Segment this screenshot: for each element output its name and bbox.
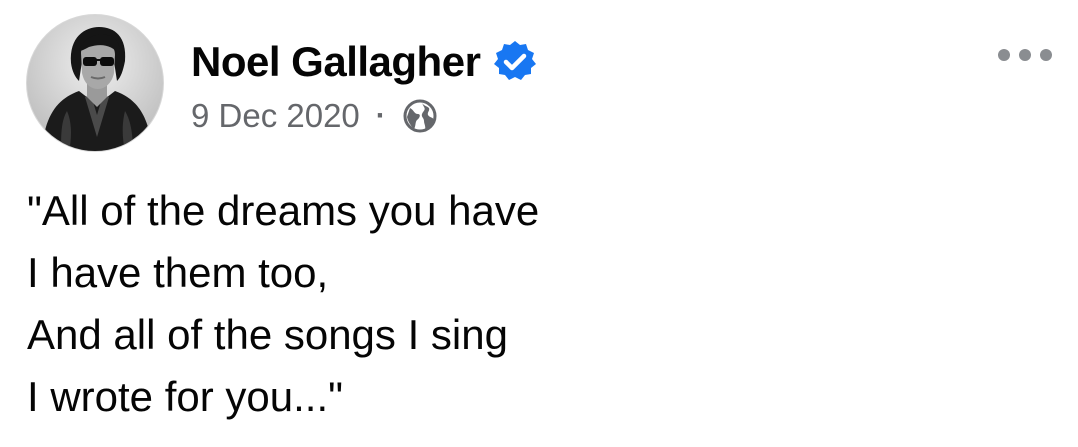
post-date[interactable]: 9 Dec 2020 bbox=[191, 97, 360, 135]
facebook-post: Noel Gallagher 9 Dec 2020 · "All of the … bbox=[0, 0, 1078, 447]
more-dot bbox=[1040, 49, 1052, 61]
meta-separator: · bbox=[375, 99, 386, 132]
author-name[interactable]: Noel Gallagher bbox=[191, 41, 481, 83]
post-text-line: I wrote for you..." bbox=[27, 373, 344, 420]
post-meta: 9 Dec 2020 · bbox=[191, 96, 438, 136]
post-text: "All of the dreams you have I have them … bbox=[27, 180, 539, 428]
more-dot bbox=[998, 49, 1010, 61]
post-text-line: "All of the dreams you have bbox=[27, 187, 540, 234]
post-text-line: I have them too, bbox=[27, 249, 329, 296]
post-text-line: And all of the songs I sing bbox=[27, 311, 508, 358]
more-dot bbox=[1019, 49, 1031, 61]
profile-photo bbox=[27, 15, 163, 151]
verified-badge-icon bbox=[492, 39, 538, 85]
more-horizontal-icon[interactable] bbox=[998, 40, 1052, 70]
avatar[interactable] bbox=[26, 14, 164, 152]
author-row: Noel Gallagher bbox=[191, 34, 538, 90]
globe-icon[interactable] bbox=[402, 98, 438, 134]
